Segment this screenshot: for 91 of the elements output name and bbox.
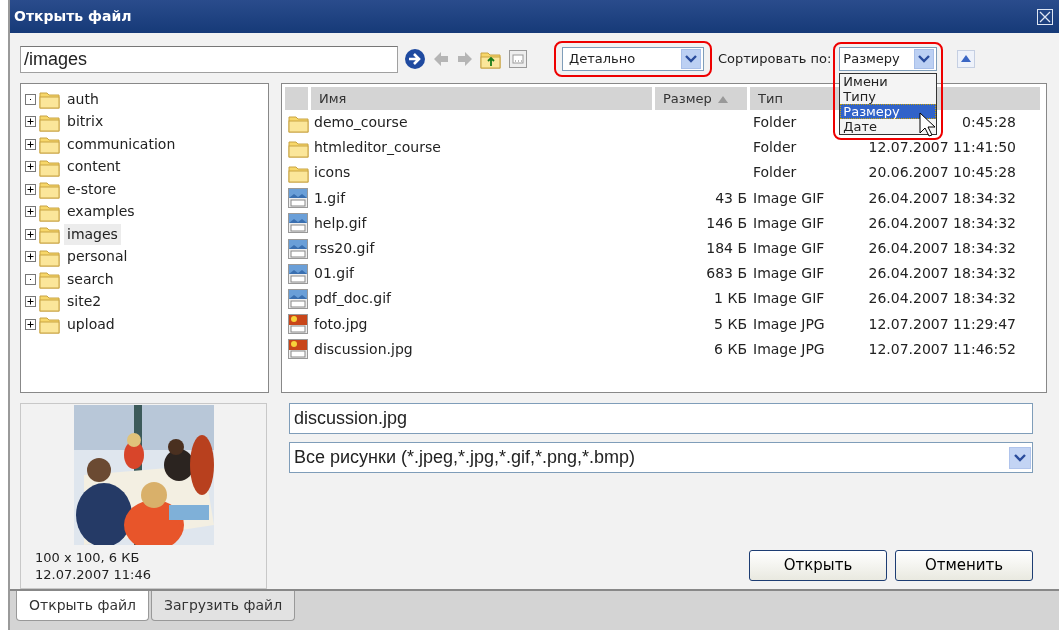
expand-icon[interactable] [25, 318, 36, 330]
close-icon[interactable] [1037, 8, 1053, 25]
file-date: 26.04.2007 18:34:32 [868, 240, 1016, 257]
file-name[interactable]: foto.jpg [311, 311, 655, 337]
file-name[interactable]: htmleditor_course [311, 135, 655, 161]
path-field[interactable]: /images [20, 45, 398, 73]
file-type: Folder [752, 163, 798, 183]
tree-item[interactable]: images [64, 223, 121, 245]
tree-item[interactable]: personal [64, 246, 131, 268]
expand-icon[interactable] [25, 296, 36, 308]
jpg-file-icon [288, 314, 308, 335]
tree-item[interactable]: upload [64, 313, 118, 335]
expand-icon[interactable] [25, 228, 36, 240]
file-date: 26.04.2007 18:34:32 [868, 189, 1016, 206]
tree-item[interactable]: examples [64, 201, 138, 223]
file-name[interactable]: demo_course [311, 110, 655, 136]
tree-item[interactable]: auth [64, 88, 102, 110]
tab[interactable]: Открыть файл [16, 591, 150, 621]
expand-icon[interactable] [25, 183, 36, 195]
folder-icon [39, 134, 61, 155]
gif-file-icon [288, 188, 308, 209]
file-name[interactable]: pdf_doc.gif [311, 286, 655, 312]
file-type: Folder [752, 138, 798, 158]
file-date: 20.06.2007 10:45:28 [868, 164, 1016, 181]
dropdown-option[interactable]: Размеру [840, 104, 937, 119]
tree-item[interactable]: search [64, 268, 117, 290]
folder-up-icon[interactable] [480, 49, 502, 69]
file-size: 5 КБ [713, 314, 748, 334]
file-name[interactable]: discussion.jpg [311, 336, 655, 362]
folder-icon [39, 89, 61, 110]
gif-file-icon [288, 213, 308, 234]
file-size: 1 КБ [713, 289, 748, 309]
new-folder-icon[interactable] [508, 49, 528, 69]
folder-icon [39, 224, 61, 245]
file-name[interactable]: icons [311, 160, 655, 186]
column-header [285, 87, 311, 110]
folder-icon [39, 269, 61, 290]
file-date: 12.07.2007 11:29:47 [868, 315, 1016, 332]
file-date: 0:45:28 [962, 114, 1016, 131]
view-select[interactable]: Детально [562, 47, 704, 71]
cancel-button[interactable]: Отменить [895, 550, 1033, 581]
file-type-select[interactable]: Все рисунки (*.jpeg,*.jpg,*.gif,*.png,*.bmp) [289, 442, 1033, 473]
gif-file-icon [288, 263, 308, 284]
file-type: Image GIF [752, 264, 826, 284]
gif-file-icon [288, 238, 308, 259]
open-button[interactable]: Открыть [749, 550, 887, 581]
column-header[interactable]: Имя [311, 87, 655, 110]
file-size: 184 Б [705, 239, 748, 259]
tree-item[interactable]: bitrix [64, 111, 107, 133]
image-info: 100 x 100, 6 КБ [35, 549, 141, 566]
file-date: 26.04.2007 18:34:32 [868, 214, 1016, 231]
folder-icon [39, 314, 61, 335]
file-name[interactable]: 01.gif [311, 261, 655, 287]
tree-item[interactable]: content [64, 156, 124, 178]
file-type: Image GIF [752, 239, 826, 259]
file-size: 683 Б [705, 264, 748, 284]
file-name-field[interactable]: discussion.jpg [289, 403, 1033, 434]
expand-icon[interactable] [25, 161, 36, 173]
file-type: Image GIF [752, 213, 826, 233]
file-type: Image JPG [752, 339, 826, 359]
expand-icon[interactable] [25, 116, 36, 128]
file-type: Image GIF [752, 188, 826, 208]
sort-label: Сортировать по: [718, 50, 832, 69]
expand-icon[interactable] [25, 206, 36, 218]
file-date: 26.04.2007 18:34:32 [868, 265, 1016, 282]
file-size: 146 Б [705, 213, 748, 233]
file-date: 26.04.2007 18:34:32 [868, 290, 1016, 307]
jpg-file-icon [288, 339, 308, 360]
image-info: 12.07.2007 11:46 [35, 566, 152, 583]
file-name[interactable]: 1.gif [311, 185, 655, 211]
column-header[interactable]: Размер [655, 87, 750, 110]
folder-icon [39, 179, 61, 200]
file-size: 43 Б [714, 188, 748, 208]
gif-file-icon [288, 288, 308, 309]
file-date: 12.07.2007 11:46:52 [868, 340, 1016, 357]
file-size: 6 КБ [713, 339, 748, 359]
expand-icon[interactable] [25, 138, 36, 150]
tab[interactable]: Загрузить файл [151, 591, 296, 621]
window-title: Открыть файл [14, 7, 132, 26]
sort-select[interactable]: Размеру [839, 47, 938, 71]
expand-icon[interactable] [25, 251, 36, 263]
tree-item[interactable]: communication [64, 133, 179, 155]
dropdown-option[interactable]: Имени [840, 74, 937, 89]
file-type: Image JPG [752, 314, 826, 334]
file-name[interactable]: rss20.gif [311, 235, 655, 262]
file-name[interactable]: help.gif [311, 210, 655, 236]
file-date: 12.07.2007 11:41:50 [868, 139, 1016, 156]
tree-item[interactable]: site2 [64, 291, 105, 313]
file-type: Image GIF [752, 289, 826, 309]
sort-direction-icon[interactable] [957, 50, 976, 68]
tree-item[interactable]: e-store [64, 178, 120, 200]
